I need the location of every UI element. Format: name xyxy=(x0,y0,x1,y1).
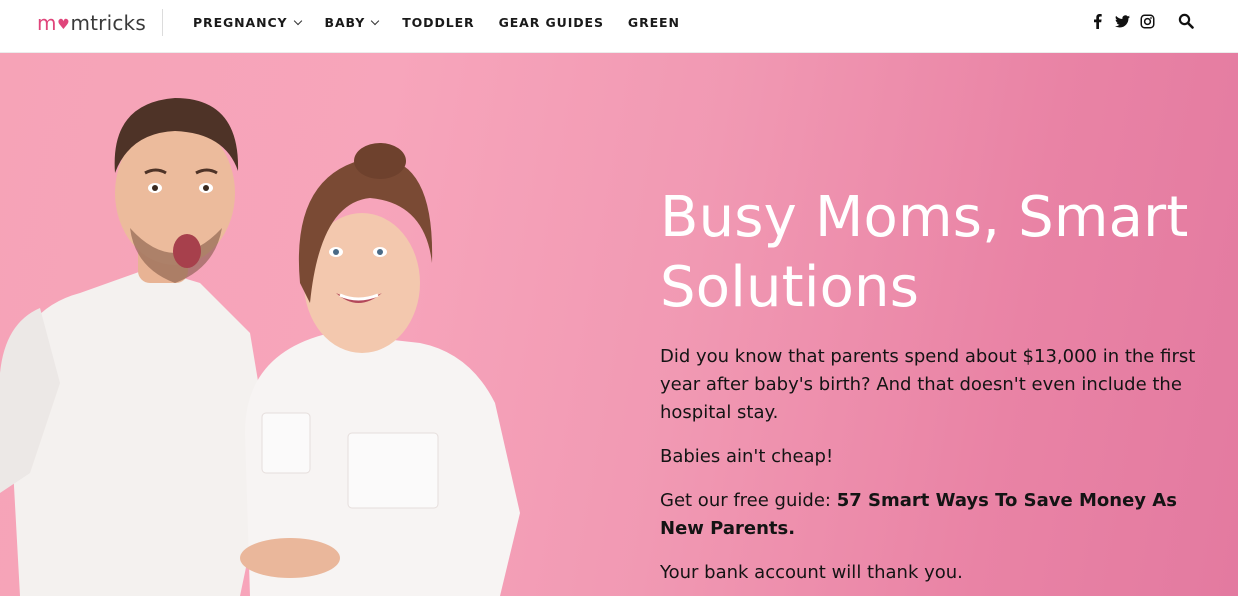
chevron-down-icon xyxy=(370,16,380,25)
logo-heart-icon: ♥ xyxy=(57,17,70,33)
site-logo[interactable]: m ♥ mtricks xyxy=(37,11,146,35)
logo-suffix: mtricks xyxy=(70,11,146,35)
chevron-down-icon xyxy=(293,16,302,25)
twitter-icon[interactable] xyxy=(1114,12,1130,30)
woman-figure xyxy=(240,143,520,596)
man-figure xyxy=(0,98,270,596)
hero-couple-photo xyxy=(0,98,520,596)
nav-item-label: TODDLER xyxy=(402,15,475,30)
header-divider xyxy=(162,9,163,36)
facebook-icon[interactable] xyxy=(1089,12,1105,30)
hero-paragraph-bank: Your bank account will thank you. xyxy=(660,562,963,583)
search-icon[interactable] xyxy=(1178,13,1196,31)
hero-paragraph-guide: Get our free guide: 57 Smart Ways To Sav… xyxy=(660,487,1200,543)
site-header: m ♥ mtricks PREGNANCY BABY TODDLER GEAR GU… xyxy=(0,0,1238,53)
social-links xyxy=(1089,12,1155,30)
instagram-icon[interactable] xyxy=(1139,12,1155,30)
nav-item-label: GEAR GUIDES xyxy=(498,15,604,30)
nav-item-gear-guides[interactable]: GEAR GUIDES xyxy=(499,15,604,30)
nav-item-label: BABY xyxy=(324,15,366,30)
nav-item-toddler[interactable]: TODDLER xyxy=(402,15,474,30)
hero-title: Busy Moms, Smart Solutions xyxy=(660,185,1189,320)
nav-item-label: PREGNANCY xyxy=(193,15,288,30)
hero-section: Busy Moms, Smart Solutions Did you know … xyxy=(0,53,1238,596)
hero-paragraph-cheap: Babies ain't cheap! xyxy=(660,446,834,467)
nav-item-pregnancy[interactable]: PREGNANCY xyxy=(193,15,302,30)
nav-item-baby[interactable]: BABY xyxy=(324,15,380,30)
guide-prefix: Get our free guide: xyxy=(660,490,837,511)
nav-item-green[interactable]: GREEN xyxy=(628,15,680,30)
nav-item-label: GREEN xyxy=(627,15,680,30)
hero-body: Did you know that parents spend about $1… xyxy=(660,343,1200,596)
main-nav: PREGNANCY BABY TODDLER GEAR GUIDES GREEN xyxy=(193,15,704,30)
hero-paragraph-cost: Did you know that parents spend about $1… xyxy=(660,346,1196,423)
logo-prefix: m xyxy=(37,11,57,35)
